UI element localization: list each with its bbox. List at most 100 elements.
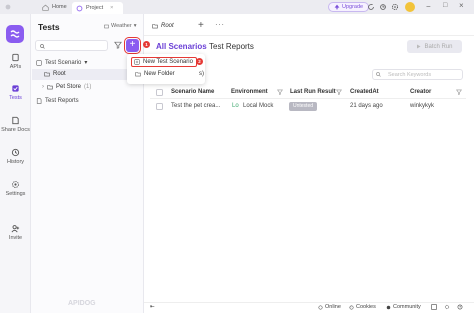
tree-item-test-reports[interactable]: Test Reports (36, 98, 79, 104)
filter-icon[interactable] (336, 89, 342, 95)
folder-icon (44, 72, 50, 77)
minimize-icon[interactable]: − (426, 2, 431, 11)
cookies-label: Cookies (356, 304, 376, 310)
upgrade-button[interactable]: Upgrade (328, 2, 370, 12)
menu-suffix-text: s) (199, 71, 204, 77)
breadcrumb-bar (144, 14, 474, 36)
column-environment[interactable]: Environment (231, 89, 268, 95)
new-tab-button[interactable]: + (198, 20, 204, 31)
batch-run-button[interactable]: Batch Run (407, 40, 462, 53)
help-icon[interactable] (457, 304, 463, 310)
chevron-right-icon: › (42, 84, 44, 90)
tree-reports-label: Test Reports (45, 98, 79, 104)
breadcrumb[interactable]: Root (152, 23, 174, 29)
tree-root-label: Root (53, 71, 66, 77)
chevron-down-icon: ▾ (133, 23, 137, 29)
step-badge: 1 (143, 41, 150, 48)
column-created-at[interactable]: CreatedAt (350, 89, 379, 95)
collapse-sidebar-button[interactable]: ⇤ (150, 304, 155, 310)
scenario-icon (36, 59, 42, 66)
logo-icon (10, 30, 20, 38)
filter-icon[interactable] (114, 41, 122, 49)
column-creator[interactable]: Creator (410, 89, 431, 95)
community-icon (386, 305, 391, 309)
project-icon (76, 5, 83, 11)
apis-icon (12, 53, 19, 62)
community-button[interactable]: Community (386, 304, 421, 310)
online-label: Online (325, 304, 341, 310)
tests-icon (12, 85, 19, 92)
cell-scenario-name[interactable]: Test the pet crea... (171, 103, 220, 109)
menu-item-label: New Test Scenario (143, 59, 193, 65)
layout-icon[interactable] (431, 304, 437, 310)
tab-project[interactable]: Project × (72, 2, 124, 14)
tab-close-icon[interactable]: × (110, 5, 113, 11)
rail-item-share-docs[interactable]: Share Docs (0, 116, 31, 133)
new-folder-icon (135, 72, 141, 77)
community-label: Community (393, 304, 421, 310)
rail-item-apis[interactable]: APIs (0, 53, 31, 70)
rail-item-tests[interactable]: Tests (0, 84, 31, 101)
cell-creator: winkykyk (410, 103, 435, 109)
menu-item-new-folder[interactable]: New Folder (135, 71, 175, 77)
filter-icon[interactable] (456, 89, 462, 95)
select-all-checkbox[interactable] (156, 89, 163, 96)
share-docs-icon (12, 116, 19, 125)
watermark-logo: APIDOG (68, 300, 96, 307)
column-last-run-result[interactable]: Last Run Result (290, 89, 336, 95)
new-scenario-icon (134, 59, 140, 65)
environment-icon (104, 24, 109, 28)
close-icon[interactable]: × (459, 1, 464, 10)
cell-environment: Local Mock (243, 103, 274, 109)
maximize-icon[interactable]: □ (443, 2, 447, 9)
batch-run-label: Batch Run (424, 43, 453, 50)
upgrade-label: Upgrade (342, 4, 364, 10)
tree-item-pet-store[interactable]: › Pet Store (1) (42, 84, 91, 90)
step-badge: 2 (196, 58, 203, 65)
more-button[interactable]: ··· (215, 20, 225, 29)
online-status[interactable]: Online (318, 304, 341, 310)
refresh-icon[interactable] (367, 3, 375, 11)
settings-icon[interactable] (444, 304, 450, 310)
close-window-icon[interactable] (5, 4, 11, 10)
tree-section-label: Test Scenario (45, 59, 82, 66)
rail-label-tests: Tests (9, 95, 22, 101)
cookie-icon (349, 305, 354, 309)
keyword-search-input[interactable]: Search Keywords (372, 69, 463, 80)
rail-item-settings[interactable]: Settings (0, 180, 31, 197)
report-icon (36, 98, 42, 104)
online-icon (318, 305, 323, 309)
chevron-down-icon: ▾ (84, 60, 88, 66)
tab-home[interactable]: Home (42, 2, 67, 12)
folder-icon (47, 85, 53, 90)
sidebar-search-input[interactable] (35, 40, 108, 51)
gear-icon[interactable] (391, 3, 399, 11)
invite-icon (11, 225, 20, 233)
row-checkbox[interactable] (156, 103, 163, 110)
tree-folder-count: (1) (84, 84, 92, 90)
cookies-button[interactable]: Cookies (349, 304, 376, 310)
tree-folder-label: Pet Store (56, 84, 82, 90)
env-prefix: Lo (232, 103, 239, 109)
tree-item-root[interactable]: Root (44, 71, 66, 77)
sync-icon[interactable] (379, 3, 387, 11)
tab-test-reports[interactable]: Test Reports (209, 42, 254, 51)
filter-icon[interactable] (277, 89, 283, 95)
avatar[interactable] (405, 2, 415, 12)
tree-section-test-scenario[interactable]: Test Scenario ▾ (36, 59, 87, 66)
status-bar (144, 302, 474, 313)
settings-icon (12, 181, 19, 188)
column-scenario-name[interactable]: Scenario Name (171, 89, 214, 95)
folder-icon (152, 24, 158, 29)
rail-label-share-docs: Share Docs (1, 127, 30, 133)
rail-item-invite[interactable]: Invite (0, 224, 31, 241)
rail-item-history[interactable]: History (0, 148, 31, 165)
search-icon (40, 43, 45, 49)
environment-select[interactable]: Weather ▾ (104, 23, 136, 29)
tab-all-scenarios[interactable]: All Scenarios (156, 42, 207, 51)
home-icon (42, 4, 49, 11)
menu-item-new-test-scenario[interactable]: New Test Scenario (131, 57, 197, 67)
environment-label: Weather (111, 23, 132, 29)
tab-home-label: Home (52, 4, 67, 10)
add-button[interactable]: + (124, 37, 141, 54)
